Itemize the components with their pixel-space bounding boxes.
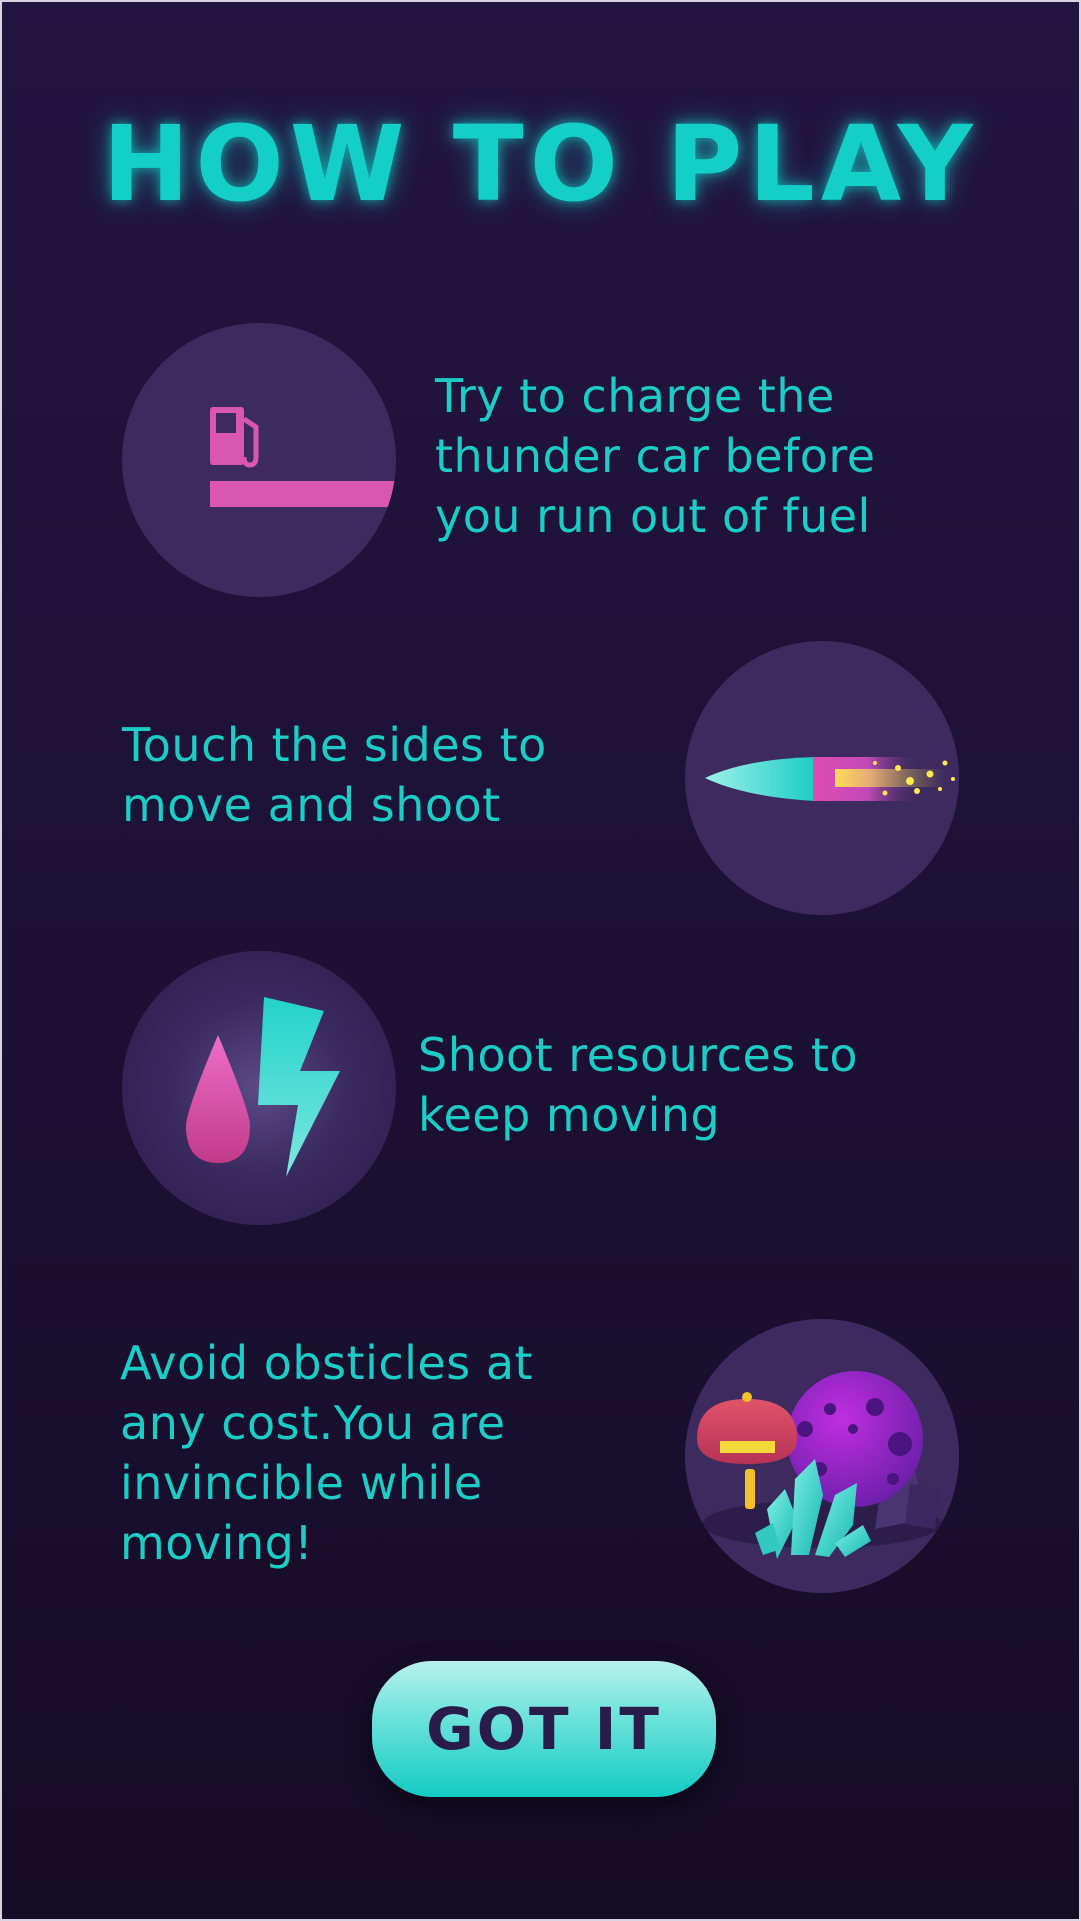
step-3-text: Shoot resources to keep moving <box>418 1028 859 1142</box>
got-it-button-label: GOT IT <box>426 1695 662 1763</box>
drop-and-lightning-icon <box>122 951 396 1225</box>
bullet-icon <box>685 641 959 915</box>
step-1-text: Try to charge the thunder car before you… <box>435 369 876 543</box>
fuel-pump-icon <box>122 323 396 597</box>
step-4-text: Avoid obsticles at any cost.You are invi… <box>120 1336 534 1570</box>
step-2-text: Touch the sides to move and shoot <box>122 718 547 832</box>
got-it-button[interactable]: GOT IT <box>372 1661 716 1797</box>
page-title: HOW TO PLAY <box>102 103 979 225</box>
obstacles-icon <box>685 1319 959 1593</box>
